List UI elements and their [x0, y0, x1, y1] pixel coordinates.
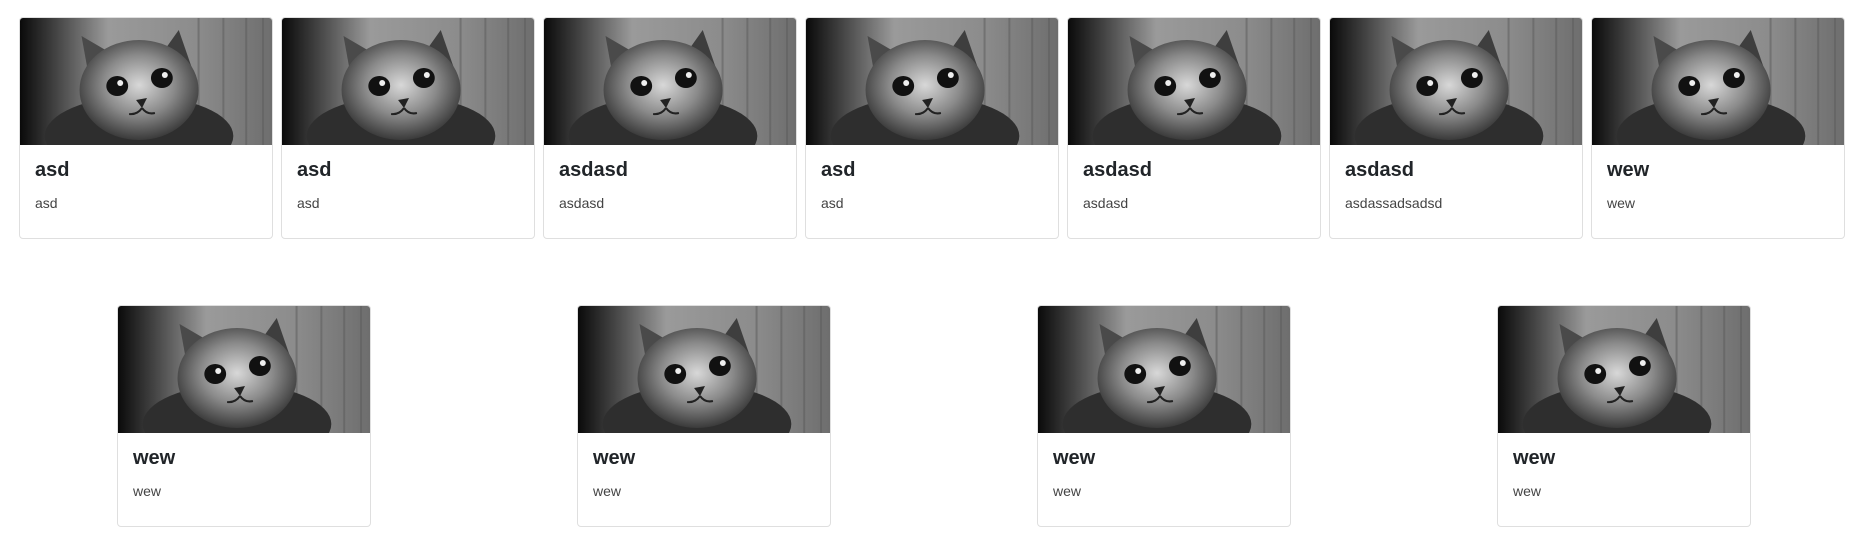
- card-text: wew: [1053, 483, 1082, 499]
- card-text: wew: [593, 483, 622, 499]
- card-row-1: asd asd asd asd asdasd asdasd asd asd as…: [0, 17, 1867, 239]
- card-text: asd: [297, 195, 320, 211]
- card[interactable]: asdasd asdasd: [1067, 17, 1321, 239]
- card-text: asdassadsadsd: [1345, 195, 1443, 211]
- card-title: wew: [133, 447, 176, 469]
- card-text: asdasd: [559, 195, 605, 211]
- card-title: wew: [1053, 447, 1096, 469]
- card[interactable]: wew wew: [1037, 305, 1291, 527]
- card-title: wew: [1607, 159, 1650, 181]
- kitten-image: [118, 306, 370, 433]
- card-row-2: wew wew wew wew wew wew wew wew: [0, 305, 1867, 527]
- kitten-image: [1592, 18, 1844, 145]
- card-text: wew: [133, 483, 162, 499]
- card[interactable]: wew wew: [117, 305, 371, 527]
- card-body: wew wew: [1498, 433, 1750, 500]
- card-text: wew: [1607, 195, 1636, 211]
- card[interactable]: asd asd: [19, 17, 273, 239]
- card-body: asdasd asdassadsadsd: [1330, 145, 1582, 212]
- kitten-image: [578, 306, 830, 433]
- card-title: asdasd: [1345, 159, 1414, 181]
- kitten-image: [1038, 306, 1290, 433]
- card[interactable]: wew wew: [577, 305, 831, 527]
- kitten-image: [20, 18, 272, 145]
- card[interactable]: asdasd asdassadsadsd: [1329, 17, 1583, 239]
- card-body: wew wew: [578, 433, 830, 500]
- card[interactable]: wew wew: [1497, 305, 1751, 527]
- kitten-image: [1330, 18, 1582, 145]
- card-title: asd: [821, 159, 856, 181]
- card-title: wew: [593, 447, 636, 469]
- card-body: wew wew: [1038, 433, 1290, 500]
- kitten-image: [1498, 306, 1750, 433]
- card-body: wew wew: [1592, 145, 1844, 212]
- card-body: asdasd asdasd: [1068, 145, 1320, 212]
- card-body: asdasd asdasd: [544, 145, 796, 212]
- card[interactable]: asd asd: [281, 17, 535, 239]
- card-body: asd asd: [282, 145, 534, 212]
- kitten-image: [806, 18, 1058, 145]
- card-body: asd asd: [806, 145, 1058, 212]
- card-body: wew wew: [118, 433, 370, 500]
- card-text: asd: [821, 195, 844, 211]
- card-text: asd: [35, 195, 58, 211]
- card-title: asd: [297, 159, 332, 181]
- card-text: asdasd: [1083, 195, 1129, 211]
- kitten-image: [544, 18, 796, 145]
- card-title: asdasd: [559, 159, 628, 181]
- card-text: wew: [1513, 483, 1542, 499]
- card[interactable]: asdasd asdasd: [543, 17, 797, 239]
- card[interactable]: asd asd: [805, 17, 1059, 239]
- kitten-image: [1068, 18, 1320, 145]
- card[interactable]: wew wew: [1591, 17, 1845, 239]
- card-title: wew: [1513, 447, 1556, 469]
- card-title: asdasd: [1083, 159, 1152, 181]
- card-title: asd: [35, 159, 70, 181]
- card-body: asd asd: [20, 145, 272, 212]
- kitten-image: [282, 18, 534, 145]
